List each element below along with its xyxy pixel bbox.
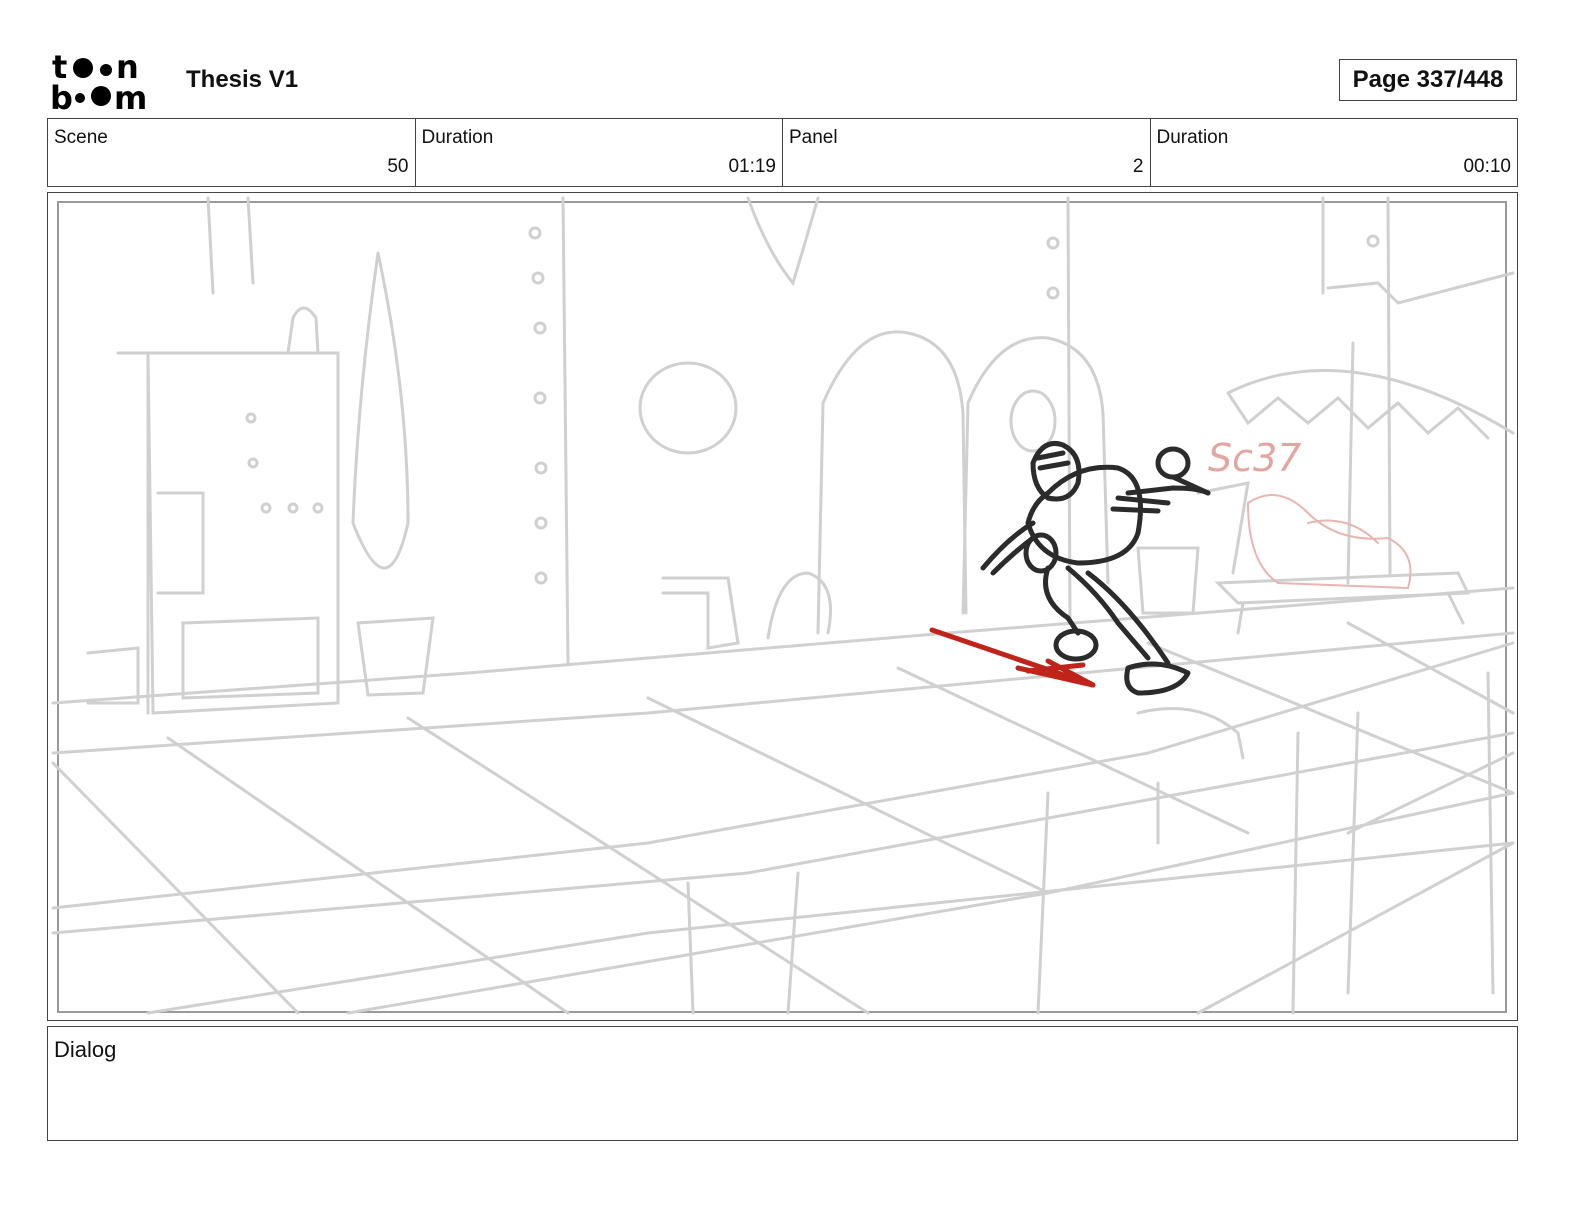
character-sketch	[980, 441, 1211, 696]
storyboard-panel: Sc37	[47, 192, 1518, 1021]
scene-duration-label: Duration	[421, 127, 494, 148]
scene-value: 50	[387, 156, 409, 177]
toonboom-logo: t n b m	[50, 48, 162, 117]
project-title: Thesis V1	[186, 66, 299, 93]
panel-label: Panel	[789, 127, 838, 148]
svg-text:m: m	[114, 79, 147, 112]
rough-character-sketch	[1247, 494, 1412, 590]
panel-duration-cell: Duration 00:10	[1151, 119, 1518, 186]
panel-cell: Panel 2	[783, 119, 1151, 186]
scene-label: Scene	[54, 127, 108, 148]
dialog-box: Dialog	[47, 1026, 1518, 1141]
panel-value: 2	[1132, 156, 1144, 177]
panel-duration-label: Duration	[1156, 127, 1229, 148]
scene-info-bar: Scene 50 Duration 01:19 Panel 2 Duration…	[47, 118, 1518, 187]
scene-cell: Scene 50	[48, 119, 416, 186]
scene-duration-cell: Duration 01:19	[416, 119, 783, 186]
svg-text:b: b	[50, 79, 73, 112]
page-counter: Page 337/448	[1339, 59, 1517, 101]
scene-reference-note: Sc37	[1208, 436, 1301, 480]
dialog-label: Dialog	[54, 1037, 117, 1062]
panel-duration-value: 00:10	[1463, 156, 1511, 177]
background-sketch	[51, 196, 1515, 1015]
scene-duration-value: 01:19	[728, 156, 776, 177]
panel-sketch: Sc37	[51, 196, 1515, 1015]
